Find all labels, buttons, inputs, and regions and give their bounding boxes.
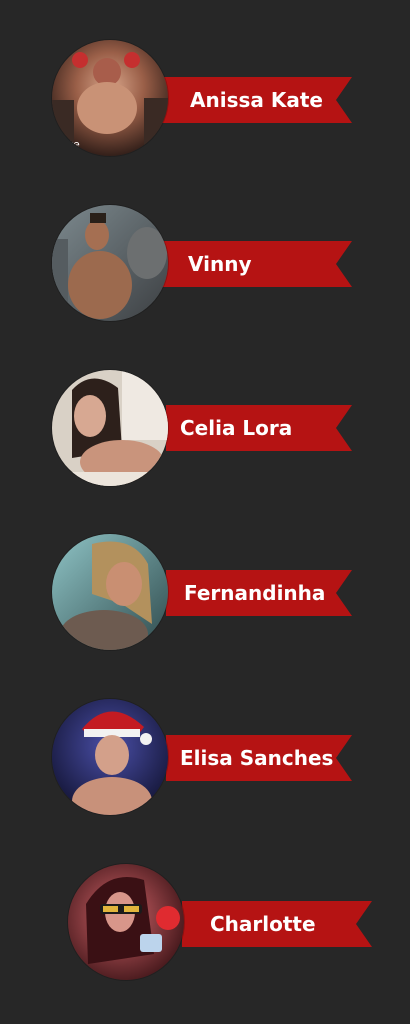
performer-photo-icon: ate — [52, 40, 168, 156]
performer-name: Fernandinha — [184, 581, 326, 605]
performer-entry-vinny[interactable]: Vinny — [0, 205, 410, 325]
name-banner[interactable]: Charlotte — [182, 901, 372, 947]
performer-name: Elisa Sanches — [180, 746, 334, 770]
name-banner[interactable]: Fernandinha — [166, 570, 352, 616]
performer-name: Vinny — [188, 252, 252, 276]
performer-avatar[interactable] — [52, 699, 168, 815]
name-banner[interactable]: Elisa Sanches — [166, 735, 352, 781]
performer-photo-icon — [52, 205, 168, 321]
performer-avatar[interactable] — [52, 205, 168, 321]
performer-name: Anissa Kate — [190, 88, 323, 112]
performer-entry-fernandinha[interactable]: Fernandinha — [0, 534, 410, 654]
performer-avatar[interactable]: ate — [52, 40, 168, 156]
performer-entry-elisa-sanches[interactable]: Elisa Sanches — [0, 699, 410, 819]
performer-avatar[interactable] — [52, 370, 168, 486]
performer-photo-icon — [52, 699, 168, 815]
performer-name: Charlotte — [210, 912, 316, 936]
name-banner[interactable]: Anissa Kate — [150, 77, 352, 123]
performer-entry-celia-lora[interactable]: Celia Lora — [0, 368, 410, 488]
performer-photo-icon — [68, 864, 184, 980]
performer-entry-charlotte[interactable]: Charlotte — [0, 864, 410, 984]
performer-avatar[interactable] — [68, 864, 184, 980]
name-banner[interactable]: Vinny — [150, 241, 352, 287]
performer-name: Celia Lora — [180, 416, 293, 440]
performer-photo-icon — [52, 370, 168, 486]
performer-avatar[interactable] — [52, 534, 168, 650]
performer-photo-icon — [52, 534, 168, 650]
performer-entry-anissa-kate[interactable]: Anissa Kate ate — [0, 40, 410, 160]
avatar-caption: ate — [62, 138, 80, 151]
name-banner[interactable]: Celia Lora — [166, 405, 352, 451]
